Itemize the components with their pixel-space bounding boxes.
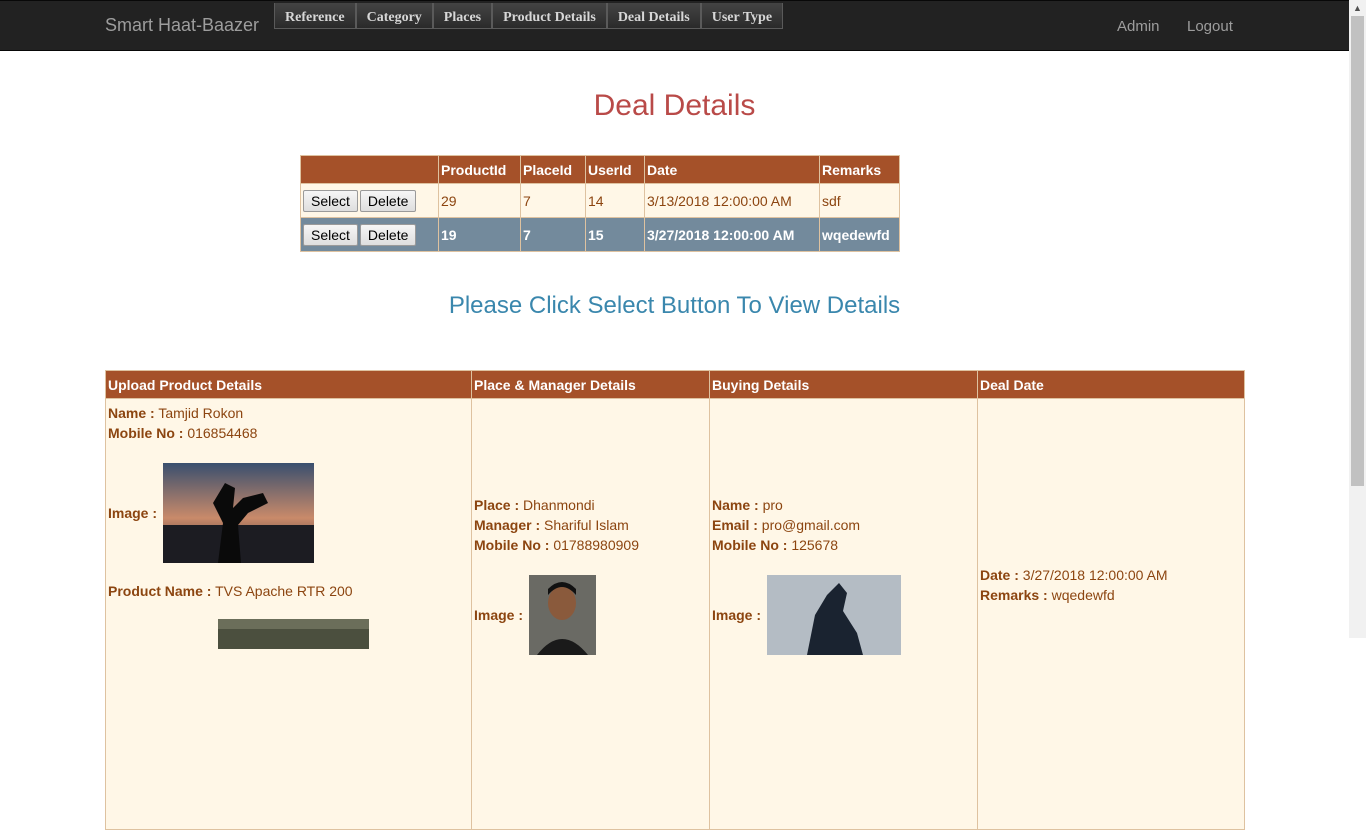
detail-row: Name : Tamjid Rokon Mobile No : 01685446… xyxy=(105,398,1245,830)
cell-date: 3/13/2018 12:00:00 AM xyxy=(644,183,820,218)
scroll-thumb[interactable] xyxy=(1351,16,1364,486)
main-menu: Reference Category Places Product Detail… xyxy=(274,3,784,29)
name-label: Name : xyxy=(712,497,759,513)
grid-header-productid: ProductId xyxy=(438,155,521,184)
product-photo xyxy=(218,619,369,649)
scroll-up-icon[interactable]: ▲ xyxy=(1353,3,1362,13)
menu-item-deal-details[interactable]: Deal Details xyxy=(606,3,701,29)
image-label: Image : xyxy=(712,607,762,623)
menu-item-category[interactable]: Category xyxy=(355,3,433,29)
cell-productid: 29 xyxy=(438,183,521,218)
select-hint: Please Click Select Button To View Detai… xyxy=(448,292,901,319)
buyer-email: pro@gmail.com xyxy=(761,517,861,533)
row-actions: Select Delete xyxy=(300,183,439,218)
uploader-mobile: 016854468 xyxy=(187,425,258,441)
name-label: Name : xyxy=(108,405,155,421)
grid-header-remarks: Remarks xyxy=(819,155,900,184)
buying-cell: Name : pro Email : pro@gmail.com Mobile … xyxy=(709,398,978,830)
manager-label: Manager : xyxy=(474,517,541,533)
grid-header-actions xyxy=(300,155,439,184)
product-name-label: Product Name : xyxy=(108,583,212,599)
table-row: Select Delete 29 7 14 3/13/2018 12:00:00 … xyxy=(300,183,900,218)
buyer-photo xyxy=(767,575,902,655)
cell-userid: 14 xyxy=(585,183,645,218)
menu-item-places[interactable]: Places xyxy=(432,3,493,29)
logout-link[interactable]: Logout xyxy=(1187,18,1233,35)
detail-header-row: Upload Product Details Place & Manager D… xyxy=(105,370,1245,399)
upload-cell: Name : Tamjid Rokon Mobile No : 01685446… xyxy=(105,398,472,830)
manager-value: Shariful Islam xyxy=(544,517,629,533)
uploader-name: Tamjid Rokon xyxy=(158,405,244,421)
cell-date: 3/27/2018 12:00:00 AM xyxy=(644,217,820,252)
delete-button[interactable]: Delete xyxy=(359,189,417,212)
manager-mobile: 01788980909 xyxy=(553,537,639,553)
grid-header-row: ProductId PlaceId UserId Date Remarks xyxy=(300,155,900,184)
cell-productid: 19 xyxy=(438,217,521,252)
deal-grid: ProductId PlaceId UserId Date Remarks Se… xyxy=(300,155,900,252)
cell-placeid: 7 xyxy=(520,217,586,252)
menu-item-user-type[interactable]: User Type xyxy=(700,3,784,29)
remarks-label: Remarks : xyxy=(980,587,1048,603)
menu-item-reference[interactable]: Reference xyxy=(274,3,356,29)
grid-header-placeid: PlaceId xyxy=(520,155,586,184)
deal-detail-table: Upload Product Details Place & Manager D… xyxy=(105,370,1245,830)
detail-header-upload: Upload Product Details xyxy=(105,370,472,399)
cell-userid: 15 xyxy=(585,217,645,252)
date-label: Date : xyxy=(980,567,1019,583)
row-actions: Select Delete xyxy=(300,217,439,252)
image-label: Image : xyxy=(474,607,524,623)
page-scrollbar[interactable]: ▲ xyxy=(1349,0,1366,638)
page-title: Deal Details xyxy=(593,89,756,122)
cell-remarks: wqedewfd xyxy=(819,217,900,252)
grid-header-userid: UserId xyxy=(585,155,645,184)
email-label: Email : xyxy=(712,517,758,533)
place-label: Place : xyxy=(474,497,520,513)
deal-date-cell: Date : 3/27/2018 12:00:00 AM Remarks : w… xyxy=(977,398,1245,830)
admin-link[interactable]: Admin xyxy=(1117,18,1160,35)
cell-placeid: 7 xyxy=(520,183,586,218)
buyer-mobile: 125678 xyxy=(791,537,839,553)
place-value: Dhanmondi xyxy=(523,497,595,513)
grid-header-date: Date xyxy=(644,155,820,184)
buyer-name: pro xyxy=(762,497,783,513)
cell-remarks: sdf xyxy=(819,183,900,218)
select-button[interactable]: Select xyxy=(303,223,358,246)
select-button[interactable]: Select xyxy=(303,189,358,212)
image-label: Image : xyxy=(108,505,158,521)
mobile-label: Mobile No : xyxy=(712,537,788,553)
place-cell: Place : Dhanmondi Manager : Shariful Isl… xyxy=(471,398,710,830)
mobile-label: Mobile No : xyxy=(108,425,184,441)
table-row-selected: Select Delete 19 7 15 3/27/2018 12:00:00 … xyxy=(300,217,900,252)
menu-item-product-details[interactable]: Product Details xyxy=(492,3,607,29)
deal-remarks: wqedewfd xyxy=(1051,587,1115,603)
product-name: TVS Apache RTR 200 xyxy=(215,583,353,599)
detail-header-deal-date: Deal Date xyxy=(977,370,1245,399)
manager-photo xyxy=(529,575,597,655)
deal-date: 3/27/2018 12:00:00 AM xyxy=(1022,567,1168,583)
brand-link[interactable]: Smart Haat-Baazer xyxy=(105,15,259,36)
uploader-photo xyxy=(163,463,315,563)
delete-button[interactable]: Delete xyxy=(359,223,417,246)
detail-header-place: Place & Manager Details xyxy=(471,370,710,399)
mobile-label: Mobile No : xyxy=(474,537,550,553)
detail-header-buying: Buying Details xyxy=(709,370,978,399)
top-navbar: Smart Haat-Baazer Reference Category Pla… xyxy=(0,0,1349,51)
